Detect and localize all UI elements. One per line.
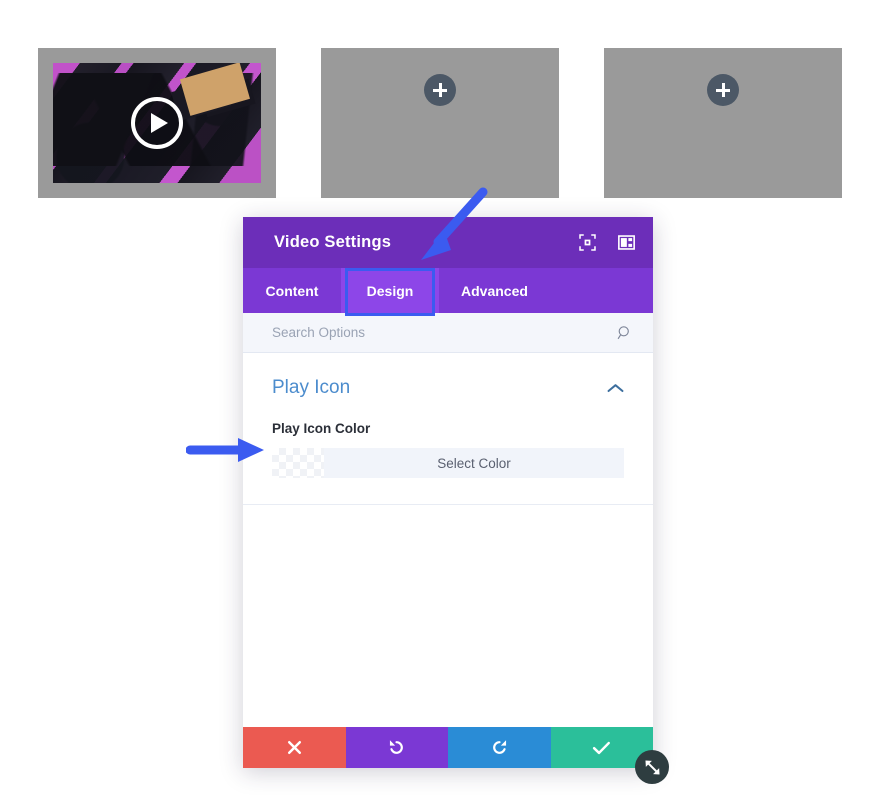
modal-tabs: Content Design Advanced [243, 268, 653, 313]
add-module-button-2[interactable] [424, 74, 456, 106]
plus-icon [433, 83, 447, 97]
modal-header-icons [579, 234, 635, 251]
plus-icon [716, 83, 730, 97]
undo-button[interactable] [345, 727, 448, 768]
redo-button[interactable] [448, 727, 551, 768]
resize-diagonal-icon [644, 759, 660, 775]
modal-body: Play Icon Play Icon Color Select Color [243, 353, 653, 727]
play-triangle [151, 113, 168, 133]
modal-resize-handle[interactable] [635, 750, 669, 784]
tab-content[interactable]: Content [243, 268, 341, 313]
play-icon[interactable] [131, 97, 183, 149]
cancel-button[interactable] [243, 727, 346, 768]
field-label-play-icon-color: Play Icon Color [272, 421, 371, 436]
modal-footer [243, 727, 653, 768]
select-color-button[interactable]: Select Color [324, 448, 624, 478]
section-play-icon: Play Icon Play Icon Color Select Color [243, 353, 653, 505]
video-thumbnail[interactable] [53, 63, 261, 183]
modal-header: Video Settings [243, 217, 653, 268]
search-options-row [243, 313, 653, 353]
modules-row [38, 48, 842, 198]
color-swatch-transparent[interactable] [272, 448, 324, 478]
search-input[interactable] [272, 325, 617, 340]
section-play-icon-header[interactable]: Play Icon [272, 377, 624, 399]
search-icon[interactable] [617, 325, 633, 341]
layout-view-icon[interactable] [618, 234, 635, 251]
empty-module-2[interactable] [321, 48, 559, 198]
redo-icon [492, 740, 506, 754]
tab-advanced[interactable]: Advanced [439, 268, 550, 313]
check-icon [593, 741, 611, 754]
add-module-button-3[interactable] [707, 74, 739, 106]
page-title: Video Settings [274, 233, 392, 251]
builder-canvas: Video Settings Content Design Advanced S… [0, 0, 880, 795]
expand-icon[interactable] [579, 234, 596, 251]
chevron-up-icon[interactable] [607, 383, 624, 394]
section-title: Play Icon [272, 377, 351, 398]
close-icon [287, 740, 301, 755]
tab-design[interactable]: Design [341, 268, 439, 313]
undo-icon [390, 740, 404, 754]
video-module[interactable] [38, 48, 276, 198]
color-field-play-icon-color: Select Color [272, 448, 624, 478]
empty-module-3[interactable] [604, 48, 842, 198]
video-settings-modal: Video Settings Content Design Advanced S… [243, 217, 653, 768]
